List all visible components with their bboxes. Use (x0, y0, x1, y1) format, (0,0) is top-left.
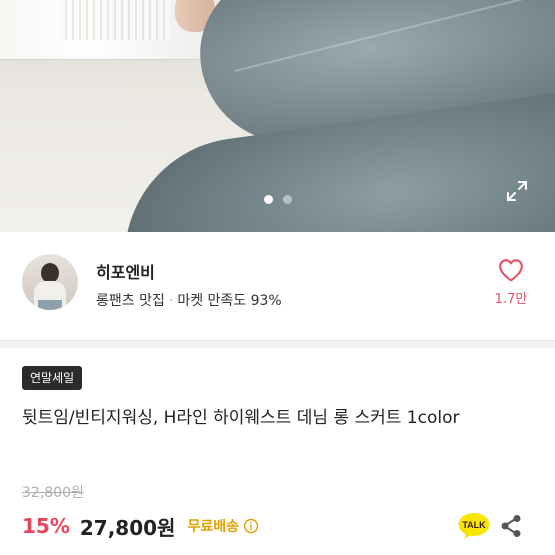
discount-rate: 15% (22, 514, 70, 538)
product-title: 뒷트임/빈티지워싱, H라인 하이웨스트 데님 롱 스커트 1color (22, 408, 460, 428)
price-row: 15% 27,800원 무료배송 (22, 511, 259, 541)
carousel-dot-active[interactable] (263, 195, 273, 204)
kakao-talk-icon[interactable]: TALK (458, 512, 490, 540)
separator: · (168, 293, 174, 309)
product-image[interactable] (0, 0, 555, 232)
carousel-dot[interactable] (282, 195, 292, 204)
seller-description: 롱팬츠 맛집 · 마켓 만족도 93% (96, 290, 282, 310)
original-price: 32,800원 (22, 485, 84, 501)
sale-price: 27,800원 (79, 515, 176, 540)
heart-outline-icon (499, 259, 523, 282)
carousel-indicator (0, 195, 555, 204)
expand-icon[interactable] (505, 179, 529, 203)
like-button[interactable]: 1.7만 (491, 258, 531, 307)
avatar[interactable] (22, 254, 78, 310)
seller-name[interactable]: 히포엔비 (96, 259, 155, 283)
talk-label: TALK (462, 520, 486, 530)
free-shipping-label: 무료배송 (187, 519, 239, 535)
seller-row[interactable]: 히포엔비 롱팬츠 맛집 · 마켓 만족도 93% 1.7만 (0, 232, 555, 340)
like-count: 1.7만 (494, 292, 528, 307)
info-circle-icon[interactable] (243, 518, 259, 534)
sale-badge: 연말세일 (22, 366, 83, 390)
share-icon[interactable] (500, 514, 522, 538)
knit-ribbing (60, 0, 170, 40)
seller-category: 롱팬츠 맛집 (96, 293, 165, 309)
market-satisfaction: 마켓 만족도 93% (177, 293, 282, 309)
section-divider (0, 340, 555, 348)
